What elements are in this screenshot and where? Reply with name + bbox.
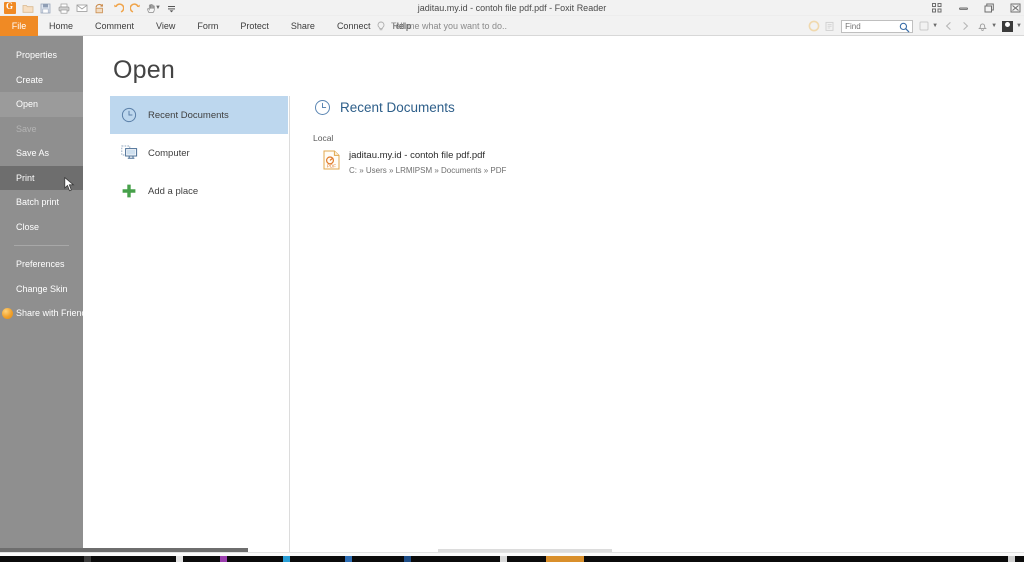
lightbulb-icon [377,21,385,30]
monitor-icon [120,144,138,162]
app-grid-icon[interactable] [930,1,944,15]
svg-text:PDF: PDF [327,164,336,169]
place-add-a-place-label: Add a place [148,185,199,197]
minimize-button[interactable] [956,1,970,15]
group-label-local: Local [313,133,334,143]
tab-share[interactable]: Share [280,16,326,36]
tell-me-search[interactable]: Tell me what you want to do.. [376,16,507,36]
menu-item-save: Save [16,123,37,134]
menu-item-open[interactable]: Open [0,92,83,117]
backstage-menu: Properties Create Open Save Save As Prin… [0,36,91,552]
mouse-cursor [64,177,75,192]
title-bar: ▼ jaditau.my.id - contoh file pdf.pdf - … [0,0,1024,16]
tell-me-label: Tell me what you want to do.. [391,21,508,31]
close-button[interactable] [1008,1,1022,15]
place-recent-documents[interactable]: Recent Documents [110,96,288,134]
recent-documents-panel: Recent Documents Local PDF jaditau.my.id… [313,96,913,177]
menu-item-share-with-friends[interactable]: Share with Friends [0,301,91,326]
tab-comment[interactable]: Comment [84,16,145,36]
recent-document-name: jaditau.my.id - contoh file pdf.pdf [349,150,486,161]
taskbar-window-preview [438,549,612,552]
page-fit-chevron-down-icon[interactable]: ▼ [932,23,938,29]
place-computer-label: Computer [148,147,190,159]
panel-divider [289,96,290,552]
share-icon [2,308,13,319]
taskbar-item-5[interactable] [345,556,352,562]
notifications-chevron-down-icon[interactable]: ▼ [991,23,997,29]
ribbon-tabs: File Home Comment View Form Protect Shar… [0,16,422,36]
taskbar-item-9[interactable] [1008,556,1015,562]
text-select-icon[interactable] [824,19,837,33]
window-title: jaditau.my.id - contoh file pdf.pdf - Fo… [417,3,607,13]
menu-item-save-as[interactable]: Save As [0,141,83,166]
restore-button[interactable] [982,1,996,15]
pdf-file-icon: PDF [323,150,340,170]
backstage-content: Open Recent Documents Computer Add a pla… [83,36,1024,552]
account-chevron-down-icon[interactable]: ▼ [1016,23,1022,29]
backstage-view: Properties Create Open Save Save As Prin… [0,36,1024,553]
taskbar-item-1[interactable] [84,556,91,562]
search-icon [899,22,910,32]
taskbar-item-3[interactable] [220,556,227,562]
plus-icon [120,182,138,200]
tab-view[interactable]: View [145,16,186,36]
menu-item-preferences[interactable]: Preferences [0,252,83,277]
menu-item-close[interactable]: Close [0,215,83,240]
next-page-button[interactable] [959,19,972,33]
window-controls [930,0,1022,16]
place-computer[interactable]: Computer [110,134,288,172]
notifications-icon[interactable] [976,19,989,33]
place-add-a-place[interactable]: Add a place [110,172,288,210]
page-title: Open [113,56,175,84]
menu-item-batch-print[interactable]: Batch print [0,190,83,215]
tab-file[interactable]: File [0,16,38,36]
ribbon-right-tools: ▼ ▼ ▼ [807,16,1022,36]
previous-page-button[interactable] [942,19,955,33]
menu-item-properties[interactable]: Properties [0,43,83,68]
menu-divider [14,245,69,246]
tab-protect[interactable]: Protect [229,16,280,36]
recent-documents-title: Recent Documents [340,99,455,115]
place-recent-documents-label: Recent Documents [148,109,229,121]
menu-item-share-with-friends-label: Share with Friends [16,308,92,318]
menu-item-change-skin[interactable]: Change Skin [0,277,83,302]
tab-home[interactable]: Home [38,16,84,36]
tab-form[interactable]: Form [186,16,229,36]
account-avatar[interactable] [1001,19,1014,33]
taskbar-item-4[interactable] [283,556,290,562]
taskbar-item-2[interactable] [176,556,183,562]
page-fit-icon[interactable] [917,19,930,33]
place-list: Recent Documents Computer Add a place [110,96,288,210]
taskbar-item-8[interactable] [546,556,584,562]
clock-icon-large [313,98,331,116]
highlight-icon[interactable] [807,19,820,33]
clock-icon [120,106,138,124]
recent-documents-header: Recent Documents [313,96,913,118]
os-taskbar[interactable] [0,556,1024,562]
recent-document-path: C: » Users » LRMIPSM » Documents » PDF [349,166,507,175]
menu-item-create[interactable]: Create [0,68,83,93]
recent-document-item[interactable]: PDF jaditau.my.id - contoh file pdf.pdf … [323,150,913,177]
find-input-wrapper[interactable] [841,19,914,33]
tab-connect[interactable]: Connect [326,16,382,36]
ribbon-tab-strip: File Home Comment View Form Protect Shar… [0,16,1024,36]
taskbar-item-7[interactable] [500,556,507,562]
find-input[interactable] [845,20,902,32]
taskbar-item-6[interactable] [404,556,411,562]
